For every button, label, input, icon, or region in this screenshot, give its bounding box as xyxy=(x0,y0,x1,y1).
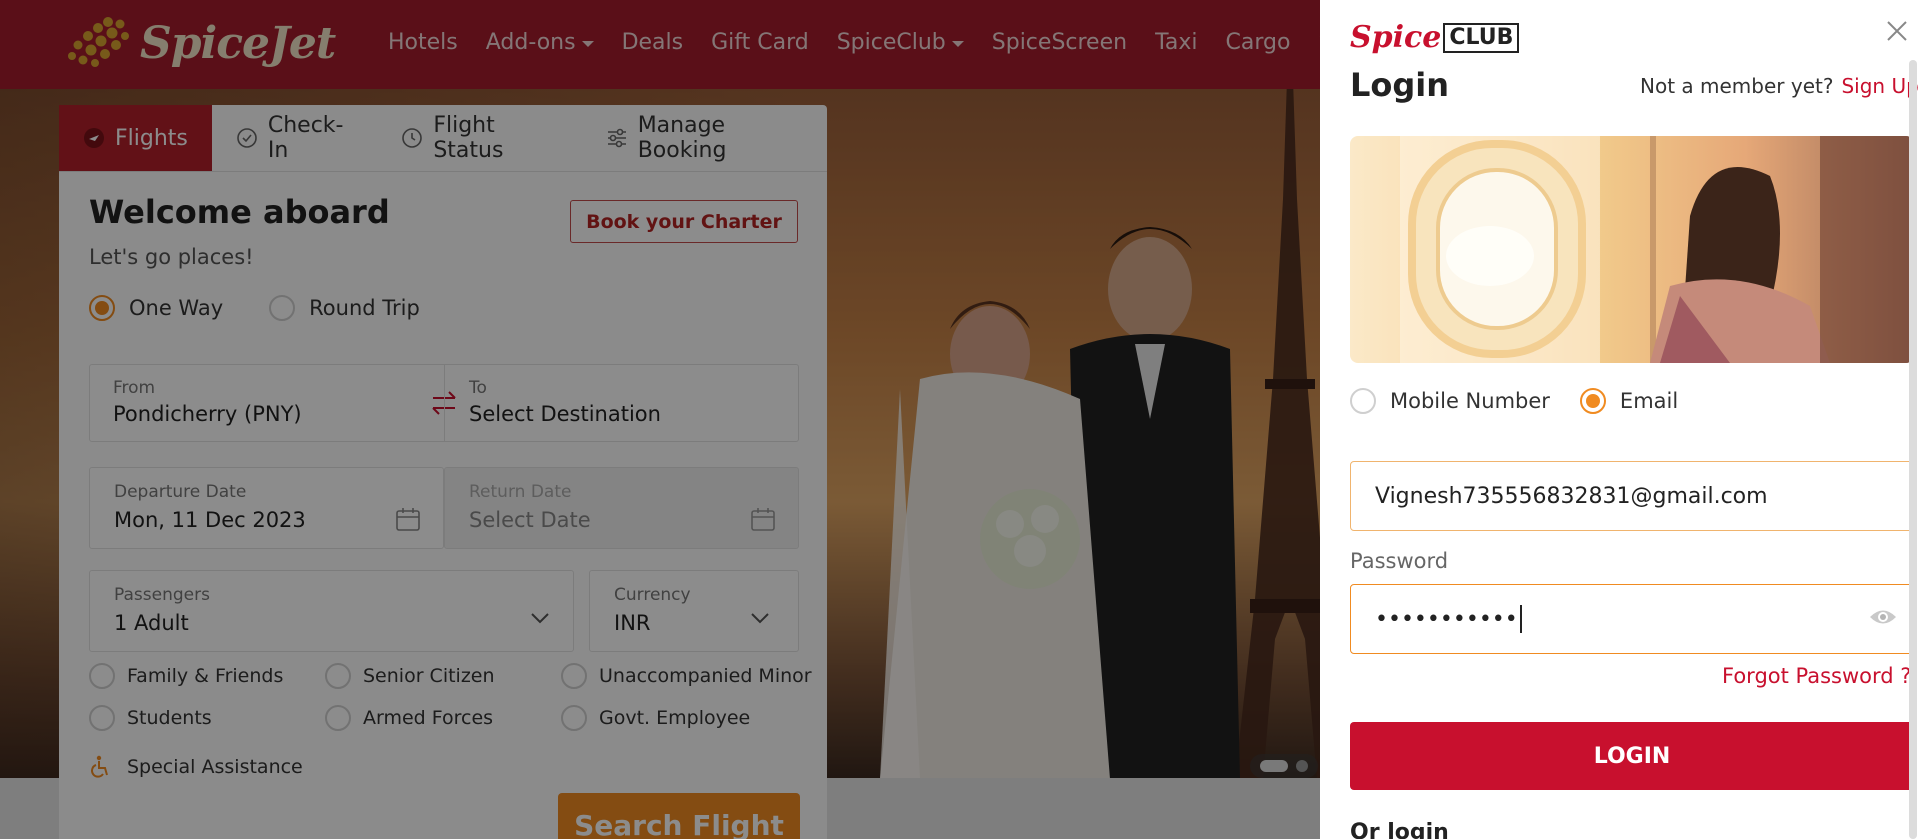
login-mode-mobile[interactable]: Mobile Number xyxy=(1350,388,1550,414)
login-button[interactable]: LOGIN xyxy=(1350,722,1914,790)
member-prompt-text: Not a member yet? xyxy=(1640,74,1834,98)
spiceclub-logo-club: CLUB xyxy=(1443,22,1520,53)
login-drawer: Spice CLUB Login Not a member yet? Sign U… xyxy=(1320,0,1920,839)
login-promo-image xyxy=(1350,136,1914,363)
alternate-login-heading: Or login xyxy=(1350,820,1449,839)
modal-backdrop[interactable] xyxy=(0,0,1320,839)
spiceclub-logo: Spice CLUB xyxy=(1350,20,1520,55)
login-method-options: Mobile Number Email xyxy=(1350,388,1678,414)
login-title: Login xyxy=(1350,66,1450,104)
text-caret xyxy=(1519,605,1522,633)
panel-scrollbar[interactable] xyxy=(1909,60,1917,839)
login-mode-email[interactable]: Email xyxy=(1579,388,1679,414)
forgot-password-link[interactable]: Forgot Password ? xyxy=(1722,664,1911,688)
email-input[interactable]: Vignesh735556832831@gmail.com xyxy=(1350,461,1914,531)
email-value: Vignesh735556832831@gmail.com xyxy=(1375,483,1768,509)
sign-up-link[interactable]: Sign Up xyxy=(1841,74,1918,98)
radio-selected[interactable] xyxy=(1579,388,1606,414)
close-icon[interactable] xyxy=(1886,20,1908,42)
member-prompt: Not a member yet? Sign Up xyxy=(1640,74,1919,98)
password-label: Password xyxy=(1350,549,1449,573)
spiceclub-logo-spice: Spice xyxy=(1350,20,1442,55)
login-mode-label: Email xyxy=(1619,389,1679,413)
airplane-window-illustration xyxy=(1400,136,1914,363)
login-mode-label: Mobile Number xyxy=(1390,389,1550,413)
radio-unselected[interactable] xyxy=(1350,388,1376,414)
password-value: ••••••••••• xyxy=(1375,606,1518,632)
password-input[interactable]: ••••••••••• xyxy=(1350,584,1914,654)
show-password-eye-icon[interactable] xyxy=(1868,606,1898,628)
